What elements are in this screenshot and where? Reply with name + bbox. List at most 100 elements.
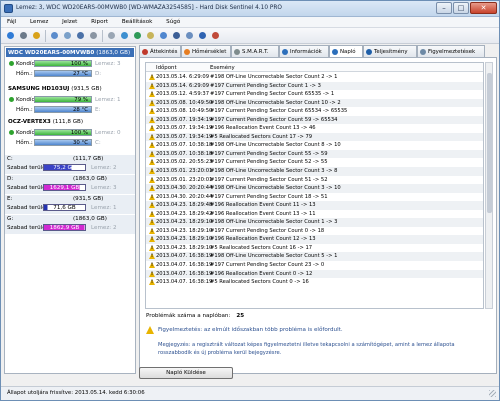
log-row[interactable]: 2013.05.07. 10:38:18#197 Current Pending… [146,149,483,159]
window-title: Lemez: 3, WDC WD20EARS-00MVWB0 [WD-WMAZA… [16,5,282,11]
warning-text: Figyelmeztetés: az elmúlt időszakban töb… [158,327,343,333]
log-row[interactable]: 2013.04.23. 18:29:42#196 Reallocation Ev… [146,210,483,219]
temp-row: Hőm.: 30 °C C: [9,139,133,147]
resize-grip-icon[interactable] [489,390,496,397]
refresh-icon[interactable] [5,30,16,41]
volume-item[interactable]: D: (1863,0 GB) Szabad terület 1629,1 GB … [5,175,135,194]
close-button[interactable]: ✕ [470,2,497,14]
log-row[interactable]: 2013.05.07. 10:38:18#198 Off-Line Uncorr… [146,141,483,150]
report-icon[interactable] [62,30,73,41]
log-row[interactable]: 2013.05.12. 4:59:37#197 Current Pending … [146,90,483,99]
chart-icon[interactable] [184,30,195,41]
tab-performance[interactable]: Teljesítmény [363,45,417,57]
menu-file[interactable]: Fájl [1,17,22,25]
log-row[interactable]: 2013.04.07. 16:38:19#196 Reallocation Ev… [146,269,483,279]
log-event: #197 Current Pending Sector Count 55 -> … [210,150,328,157]
tab-alerts[interactable]: Figyelmeztetések [417,45,485,57]
free-space-bar: 1629,1 GB [43,184,86,191]
disk-icon[interactable] [18,30,29,41]
log-row[interactable]: 2013.04.30. 20:20:44#198 Off-Line Uncorr… [146,184,483,193]
log-table[interactable]: Időpont Esemény 2013.05.14. 6:29:09#198 … [145,62,484,309]
log-row[interactable]: 2013.05.01. 23:20:01#198 Off-Line Uncorr… [146,167,483,176]
disk-item[interactable]: SAMSUNG HD103UJ (931,5 GB) Kondíció: 79 … [5,84,135,114]
warning-icon [149,210,155,217]
log-row[interactable]: 2013.04.23. 18:29:10#198 Off-Line Uncorr… [146,218,483,227]
minimize-button[interactable]: – [436,2,452,14]
disk-item[interactable]: OCZ-VERTEX3 (111,8 GB) Kondíció: 100 % L… [5,117,135,151]
test-icon[interactable] [31,30,42,41]
log-event: #197 Current Pending Sector Count 1 -> 3 [210,82,321,89]
menu-settings[interactable]: Beállítások [116,17,159,25]
log-row[interactable]: 2013.05.02. 20:55:23#197 Current Pending… [146,158,483,167]
save-icon[interactable] [75,30,86,41]
exit-icon[interactable] [210,30,221,41]
log-event: #196 Reallocation Event Count 13 -> 46 [210,125,316,132]
log-event: #197 Current Pending Sector Count 0 -> 1… [210,227,325,234]
scroll-thumb[interactable] [487,73,492,213]
menu-help[interactable]: Súgó [160,17,186,25]
warning-icon [149,176,155,183]
print-icon[interactable] [88,30,99,41]
log-event: #196 Reallocation Event Count 12 -> 13 [210,236,316,243]
temp-label: Hőm.: [16,107,33,113]
maximize-button[interactable]: □ [453,2,469,14]
log-row[interactable]: 2013.04.30. 20:20:44#197 Current Pending… [146,193,483,202]
log-time: 2013.04.07. 16:38:19 [156,253,213,260]
warning-icon [149,168,155,175]
log-row[interactable]: 2013.05.07. 19:34:19#5 Reallocated Secto… [146,132,483,142]
send-log-button[interactable]: Napló Küldése [139,367,233,379]
network-icon[interactable] [158,30,169,41]
mail-icon[interactable] [145,30,156,41]
log-row[interactable]: 2013.04.23. 18:29:10#197 Current Pending… [146,227,483,236]
log-event: #197 Current Pending Sector Count 51 -> … [210,176,328,183]
temp-bar: 30 °C [34,139,92,146]
log-scrollbar[interactable] [485,62,493,309]
log-row[interactable]: 2013.04.23. 18:29:10#196 Reallocation Ev… [146,235,483,244]
log-row[interactable]: 2013.05.07. 19:34:19#196 Reallocation Ev… [146,124,483,133]
column-time[interactable]: Időpont [156,65,177,71]
log-event: #5 Reallocated Sectors Count 16 -> 17 [210,244,313,251]
warning-icon [149,202,155,209]
log-time: 2013.05.14. 6:29:09 [156,74,209,80]
tab-temperature[interactable]: Hőmérséklet [181,45,231,57]
log-row[interactable]: 2013.04.07. 16:38:19#5 Reallocated Secto… [146,278,483,287]
log-row[interactable]: 2013.05.01. 23:20:01#197 Current Pending… [146,176,483,185]
log-event: #198 Off-Line Uncorrectable Sector Count… [210,219,338,226]
log-row[interactable]: 2013.04.23. 18:29:48#196 Reallocation Ev… [146,201,483,210]
log-panel: Időpont Esemény 2013.05.14. 6:29:09#198 … [139,57,497,374]
volume-disk: Lemez: 1 [91,205,117,211]
tab-smart[interactable]: S.M.A.R.T. [231,45,279,57]
log-row[interactable]: 2013.04.07. 16:38:19#198 Off-Line Uncorr… [146,252,483,262]
help-icon[interactable] [197,30,208,41]
menu-report-mark[interactable]: Jelzet [56,17,83,25]
log-row[interactable]: 2013.05.14. 6:29:09#198 Off-Line Uncorre… [146,73,483,82]
volume-item[interactable]: C: (111,7 GB) Szabad terület 75,2 GB Lem… [5,155,135,174]
volume-item[interactable]: E: (931,5 GB) Szabad terület 71,6 GB Lem… [5,195,135,214]
log-row[interactable]: 2013.05.14. 6:29:09#197 Current Pending … [146,81,483,91]
free-space-label: Szabad terület [7,185,48,191]
globe-icon[interactable] [132,30,143,41]
log-row[interactable]: 2013.05.08. 10:49:50#198 Off-Line Uncorr… [146,98,483,108]
disk-item[interactable]: WDC WD20EARS-00MVWB0 (1863,0 GB) Kondíci… [5,48,135,88]
warning-icon [149,159,155,166]
log-row[interactable]: 2013.04.23. 18:29:10#5 Reallocated Secto… [146,244,483,253]
volume-item[interactable]: G: (1863,0 GB) Szabad terület 1862,9 GB … [5,215,135,234]
column-event[interactable]: Esemény [210,65,235,71]
log-row[interactable]: 2013.05.07. 19:34:19#197 Current Pending… [146,115,483,125]
menu-bar: Fájl Lemez Jelzet Riport Beállítások Súg… [1,17,499,28]
volume-size: (931,5 GB) [73,196,104,202]
log-row[interactable]: 2013.04.07. 16:38:19#197 Current Pending… [146,261,483,270]
info-icon[interactable] [49,30,60,41]
log-time: 2013.05.08. 10:49:50 [156,99,213,106]
temp-bar: 27 °C [34,70,92,77]
info-icon [282,49,288,55]
alerts-icon [420,49,426,55]
log-row[interactable]: 2013.05.08. 10:49:50#197 Current Pending… [146,107,483,116]
alert-icon[interactable] [119,30,130,41]
shield-icon[interactable] [171,30,182,41]
settings-icon[interactable] [106,30,117,41]
menu-disk[interactable]: Lemez [24,17,54,25]
menu-report[interactable]: Riport [85,17,114,25]
tab-overview[interactable]: Áttekintés [139,45,181,57]
tab-information[interactable]: Információk [279,45,329,57]
